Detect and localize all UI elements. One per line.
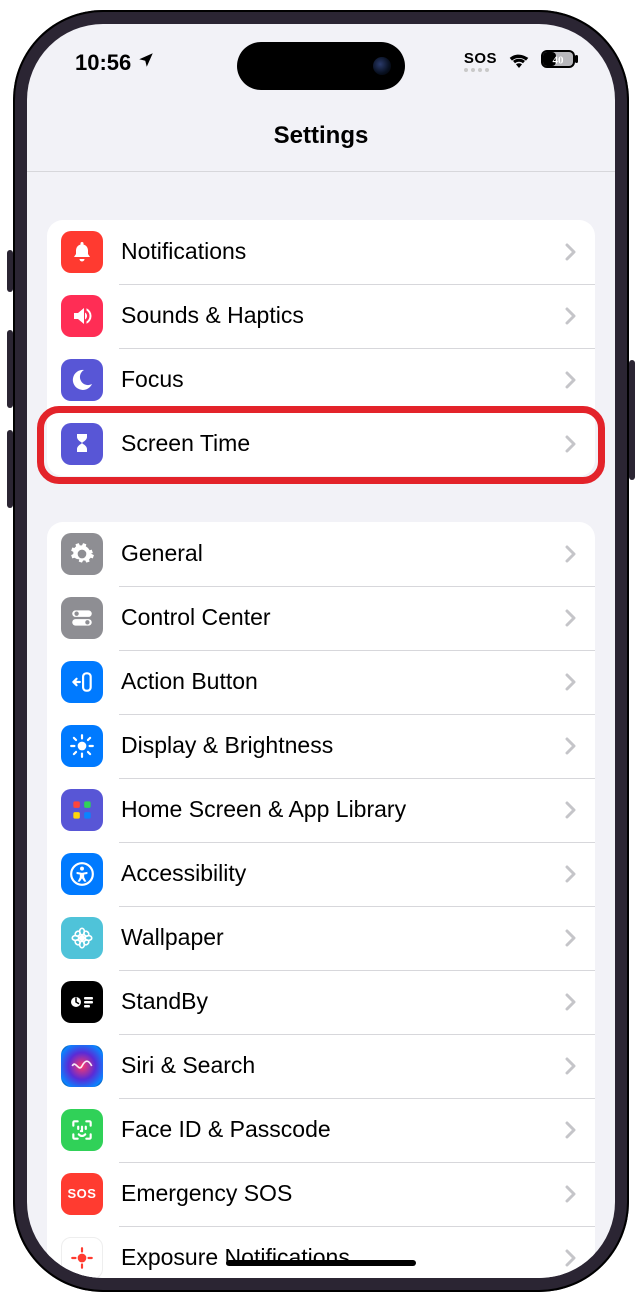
row-label: Control Center: [121, 604, 565, 631]
row-label: Accessibility: [121, 860, 565, 887]
siri-icon: [61, 1045, 103, 1087]
sos-icon: SOS: [61, 1173, 103, 1215]
row-label: Notifications: [121, 238, 565, 265]
row-standby[interactable]: StandBy: [47, 970, 595, 1034]
page-title: Settings: [274, 122, 369, 150]
bell-icon: [61, 231, 103, 273]
exposure-icon: [61, 1237, 103, 1278]
chevron-right-icon: [565, 1185, 577, 1203]
row-label: Action Button: [121, 668, 565, 695]
row-action-button[interactable]: Action Button: [47, 650, 595, 714]
row-home-screen[interactable]: Home Screen & App Library: [47, 778, 595, 842]
chevron-right-icon: [565, 801, 577, 819]
chevron-right-icon: [565, 737, 577, 755]
status-time: 10:56: [75, 50, 131, 76]
moon-icon: [61, 359, 103, 401]
gear-icon: [61, 533, 103, 575]
settings-group-2: General Control Center Actio: [47, 522, 595, 1278]
row-label: Sounds & Haptics: [121, 302, 565, 329]
page-dots: [464, 68, 489, 72]
row-exposure-notifications[interactable]: Exposure Notifications: [47, 1226, 595, 1278]
row-label: Emergency SOS: [121, 1180, 565, 1207]
row-label: Wallpaper: [121, 924, 565, 951]
hourglass-icon: [61, 423, 103, 465]
battery-pct: 40: [553, 54, 565, 66]
action-button-icon: [61, 661, 103, 703]
chevron-right-icon: [565, 993, 577, 1011]
wifi-icon: [507, 50, 531, 68]
chevron-right-icon: [565, 1121, 577, 1139]
row-siri-search[interactable]: Siri & Search: [47, 1034, 595, 1098]
sun-icon: [61, 725, 103, 767]
chevron-right-icon: [565, 371, 577, 389]
battery-icon: 40: [541, 50, 579, 68]
chevron-right-icon: [565, 865, 577, 883]
navbar: Settings: [27, 102, 615, 172]
status-sos: SOS: [464, 50, 497, 67]
chevron-right-icon: [565, 609, 577, 627]
standby-icon: [61, 981, 103, 1023]
row-label: Home Screen & App Library: [121, 796, 565, 823]
row-label: General: [121, 540, 565, 567]
row-label: Focus: [121, 366, 565, 393]
row-wallpaper[interactable]: Wallpaper: [47, 906, 595, 970]
app-grid-icon: [61, 789, 103, 831]
chevron-right-icon: [565, 1249, 577, 1267]
row-display-brightness[interactable]: Display & Brightness: [47, 714, 595, 778]
chevron-right-icon: [565, 435, 577, 453]
front-camera: [373, 57, 391, 75]
row-emergency-sos[interactable]: SOS Emergency SOS: [47, 1162, 595, 1226]
chevron-right-icon: [565, 307, 577, 325]
chevron-right-icon: [565, 673, 577, 691]
toggles-icon: [61, 597, 103, 639]
row-sounds-haptics[interactable]: Sounds & Haptics: [47, 284, 595, 348]
row-accessibility[interactable]: Accessibility: [47, 842, 595, 906]
home-indicator[interactable]: [226, 1260, 416, 1266]
row-label: Face ID & Passcode: [121, 1116, 565, 1143]
row-label: Screen Time: [121, 430, 565, 457]
row-label: Exposure Notifications: [121, 1244, 565, 1271]
row-label: StandBy: [121, 988, 565, 1015]
flower-icon: [61, 917, 103, 959]
chevron-right-icon: [565, 545, 577, 563]
location-icon: [137, 51, 155, 74]
chevron-right-icon: [565, 929, 577, 947]
row-control-center[interactable]: Control Center: [47, 586, 595, 650]
row-focus[interactable]: Focus: [47, 348, 595, 412]
row-screen-time[interactable]: Screen Time: [47, 412, 595, 476]
speaker-icon: [61, 295, 103, 337]
row-label: Siri & Search: [121, 1052, 565, 1079]
row-label: Display & Brightness: [121, 732, 565, 759]
settings-group-1: Notifications Sounds & Haptics: [47, 220, 595, 476]
chevron-right-icon: [565, 243, 577, 261]
dynamic-island: [237, 42, 405, 90]
sos-icon-text: SOS: [68, 1186, 97, 1201]
face-id-icon: [61, 1109, 103, 1151]
row-notifications[interactable]: Notifications: [47, 220, 595, 284]
accessibility-icon: [61, 853, 103, 895]
row-general[interactable]: General: [47, 522, 595, 586]
chevron-right-icon: [565, 1057, 577, 1075]
row-face-id[interactable]: Face ID & Passcode: [47, 1098, 595, 1162]
settings-scroll[interactable]: Notifications Sounds & Haptics: [27, 172, 615, 1278]
